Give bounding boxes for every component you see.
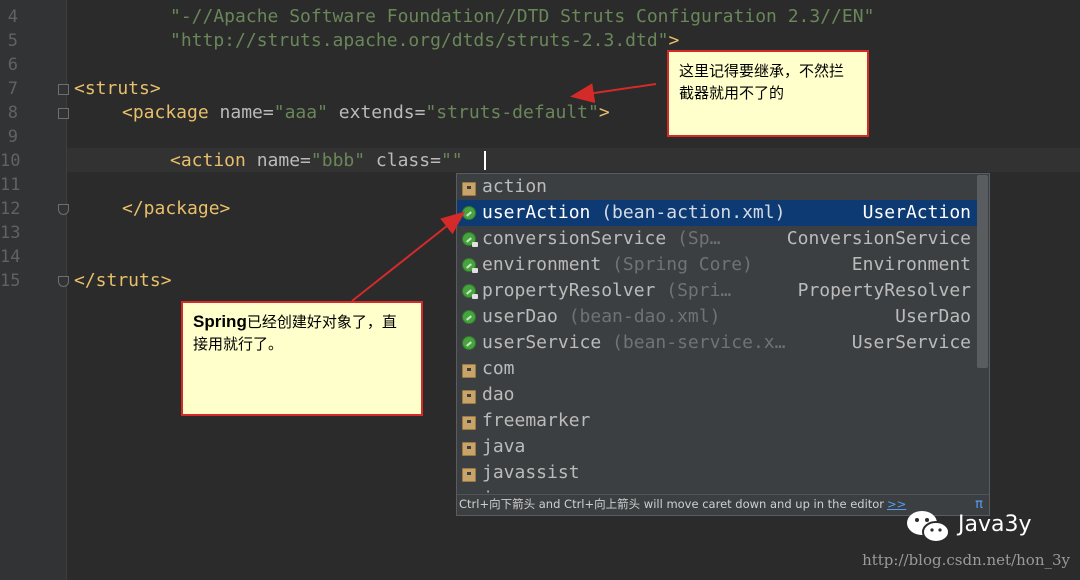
arrow-to-extends [570, 83, 657, 103]
watermark-brand: Java3y [958, 512, 1032, 537]
wechat-icon [907, 511, 950, 543]
arrow-to-useraction [351, 211, 466, 302]
watermark-url: http://blog.csdn.net/hon_3y [862, 551, 1070, 569]
annotation-arrows [351, 83, 657, 302]
